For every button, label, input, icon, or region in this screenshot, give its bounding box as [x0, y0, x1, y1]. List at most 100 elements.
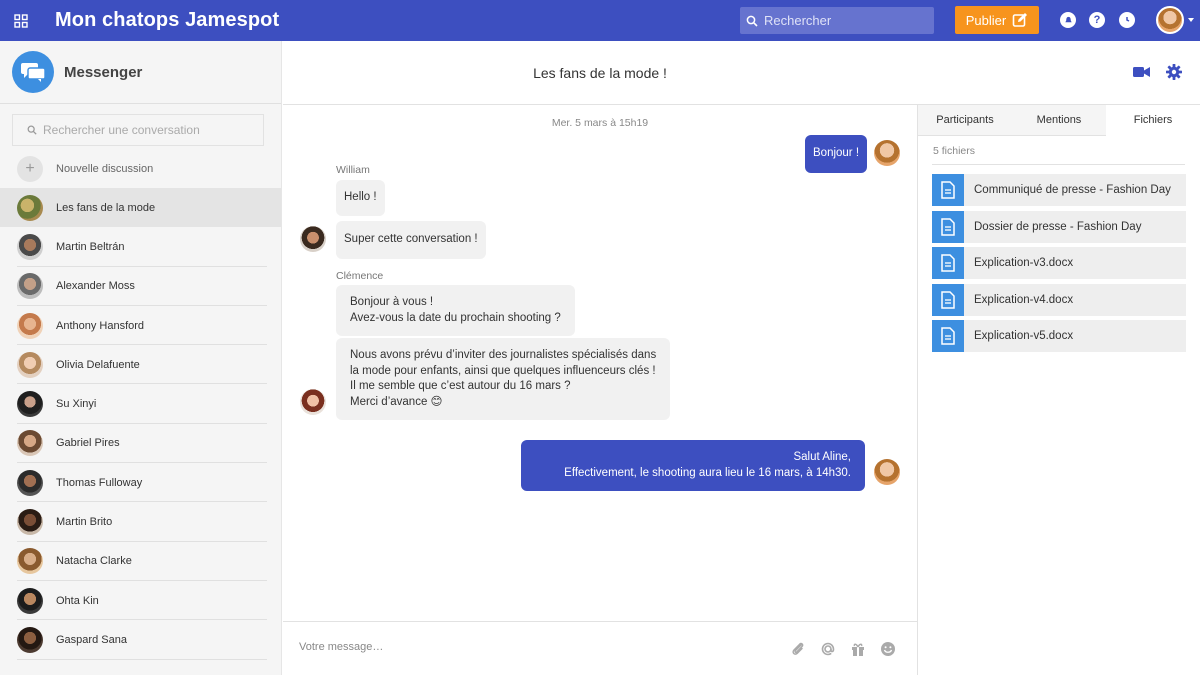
conversation-name: Ohta Kin [56, 594, 99, 607]
conversation-name: Alexander Moss [56, 280, 135, 293]
video-call-icon[interactable] [1133, 66, 1150, 78]
message-bubble-incoming: Bonjour à vous ! Avez-vous la date du pr… [336, 285, 575, 336]
avatar [17, 626, 43, 653]
avatar [300, 389, 326, 415]
file-name: Dossier de presse - Fashion Day [974, 220, 1142, 233]
conversation-item[interactable]: Su Xinyi [0, 384, 281, 424]
message-text: Il me semble que c’est autour du 16 mars… [350, 380, 571, 392]
conversation-item[interactable]: Gaspard Sana [0, 620, 281, 660]
mention-icon[interactable] [820, 641, 836, 657]
conversation-name: Natacha Clarke [56, 555, 132, 568]
message-bubble-incoming: Super cette conversation ! [336, 221, 486, 259]
sender-name: Clémence [336, 270, 384, 282]
avatar [17, 469, 43, 496]
history-icon[interactable] [1119, 12, 1135, 28]
date-separator: Mer. 5 mars à 15h19 [551, 117, 649, 129]
file-list: Communiqué de presse - Fashion Day Dossi… [932, 174, 1186, 357]
file-name: Communiqué de presse - Fashion Day [974, 184, 1171, 196]
message-text: Hello ! [344, 191, 377, 203]
conversation-item[interactable]: Ohta Kin [0, 581, 281, 621]
file-name: Explication-v5.docx [974, 330, 1074, 342]
file-item[interactable]: Communiqué de presse - Fashion Day [932, 174, 1186, 206]
conversation-item[interactable]: Gabriel Pires [0, 424, 281, 464]
conversation-search-input[interactable] [43, 123, 243, 137]
messenger-header: Messenger [0, 41, 281, 104]
conversation-list: Les fans de la mode Martin Beltrán Alexa… [0, 188, 281, 660]
emoji-icon[interactable] [880, 641, 896, 657]
message-text: Super cette conversation ! [344, 233, 478, 245]
publish-button[interactable]: Publier [955, 6, 1039, 34]
conversation-item[interactable]: Natacha Clarke [0, 542, 281, 581]
conversation-item[interactable]: Alexander Moss [0, 267, 281, 306]
file-item[interactable]: Explication-v3.docx [932, 247, 1186, 279]
avatar [17, 430, 43, 457]
document-icon [932, 210, 964, 243]
conversation-item[interactable]: Thomas Fulloway [0, 463, 281, 503]
search-icon [746, 15, 758, 27]
conversation-header: Les fans de la mode ! [283, 41, 1200, 105]
tab-participants[interactable]: Participants [918, 105, 1012, 136]
conversation-name: Olivia Delafuente [56, 358, 140, 371]
help-icon[interactable]: ? [1089, 12, 1105, 28]
file-item[interactable]: Dossier de presse - Fashion Day [932, 210, 1186, 243]
message-bubble-outgoing: Bonjour ! [805, 135, 868, 173]
conversation-item[interactable]: Anthony Hansford [0, 306, 281, 346]
gift-icon[interactable] [850, 641, 866, 657]
new-discussion-button[interactable]: + Nouvelle discussion [0, 149, 281, 188]
conversation-name: Gabriel Pires [56, 437, 120, 450]
avatar [17, 312, 43, 339]
global-search[interactable] [740, 7, 934, 34]
message-text: Bonjour ! [813, 147, 860, 159]
message-text: Merci d’avance 😊 [350, 395, 443, 408]
conversation-item[interactable]: Martin Brito [0, 502, 281, 542]
message-bubble-incoming: Hello ! [336, 180, 385, 216]
tab-files[interactable]: Fichiers [1106, 105, 1200, 136]
avatar [17, 351, 43, 378]
messenger-logo-icon [12, 51, 54, 93]
file-item[interactable]: Explication-v5.docx [932, 320, 1186, 352]
avatar [874, 459, 900, 485]
notifications-icon[interactable] [1060, 12, 1076, 28]
message-text: la mode pour enfants, ainsi que quelques… [350, 364, 656, 377]
apps-grid-icon[interactable] [0, 0, 41, 41]
new-discussion-label: Nouvelle discussion [56, 162, 154, 175]
conversation-name: Gaspard Sana [56, 633, 127, 646]
messenger-title: Messenger [64, 63, 143, 81]
top-bar: Mon chatops Jamespot Publier ? [0, 0, 1200, 41]
message-composer [283, 621, 917, 675]
tab-mentions[interactable]: Mentions [1012, 105, 1106, 136]
user-avatar[interactable] [1156, 6, 1184, 34]
conversation-name: Thomas Fulloway [56, 476, 143, 489]
attachment-icon[interactable] [790, 641, 806, 657]
document-icon [932, 283, 964, 316]
conversation-item[interactable]: Martin Beltrán [0, 227, 281, 267]
message-bubble-incoming: Nous avons prévu d’inviter des journalis… [336, 338, 671, 420]
conversation-search[interactable] [12, 114, 264, 146]
message-text: Avez-vous la date du prochain shooting ? [350, 311, 561, 324]
avatar [17, 509, 43, 536]
document-icon [932, 174, 964, 206]
chevron-down-icon[interactable] [1188, 18, 1194, 22]
conversation-item[interactable]: Olivia Delafuente [0, 345, 281, 385]
message-text: Nous avons prévu d’inviter des journalis… [350, 349, 657, 361]
conversation-name: Martin Brito [56, 516, 113, 529]
avatar [17, 391, 43, 418]
file-name: Explication-v4.docx [974, 293, 1074, 306]
avatar [874, 140, 900, 166]
conversations-sidebar: Messenger + Nouvelle discussion Les fans… [0, 41, 282, 675]
avatar [17, 194, 43, 221]
file-item[interactable]: Explication-v4.docx [932, 283, 1186, 316]
conversation-title: Les fans de la mode ! [533, 65, 667, 81]
gear-icon[interactable] [1166, 64, 1182, 80]
document-icon [932, 320, 964, 352]
app-title: Mon chatops Jamespot [55, 9, 280, 31]
conversation-name: Les fans de la mode [56, 201, 156, 214]
chat-area: Mer. 5 mars à 15h19 Bonjour ! William He… [283, 105, 917, 621]
avatar [17, 548, 43, 575]
message-input[interactable] [299, 641, 699, 653]
conversation-item[interactable]: Les fans de la mode [0, 188, 281, 228]
search-icon [27, 125, 37, 135]
avatar [17, 273, 43, 300]
panel-tabs: Participants Mentions Fichiers [918, 105, 1200, 136]
global-search-input[interactable] [764, 13, 924, 28]
